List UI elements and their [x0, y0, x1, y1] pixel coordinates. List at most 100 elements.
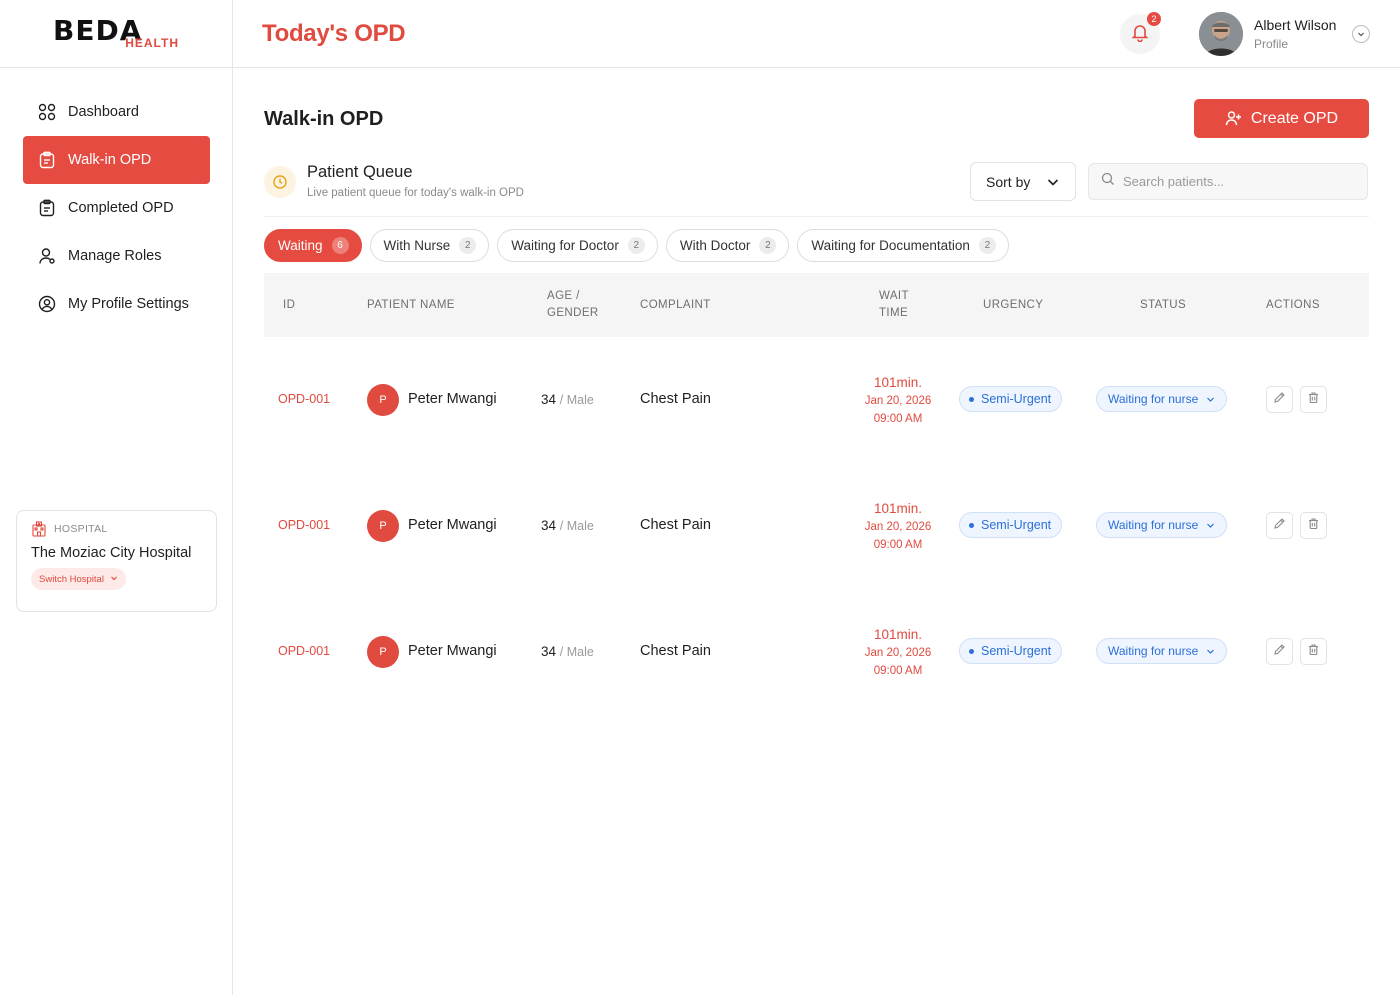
chevron-down-icon	[1206, 647, 1215, 656]
section-title: Walk-in OPD	[264, 108, 384, 130]
sort-by-dropdown[interactable]: Sort by	[970, 162, 1076, 201]
status-label: Waiting for nurse	[1108, 518, 1199, 532]
sidebar-item-completed-opd[interactable]: Completed OPD	[23, 184, 210, 232]
page-title: Today's OPD	[262, 20, 406, 47]
urgency-badge: Semi-Urgent	[959, 638, 1063, 664]
patient-name: Peter Mwangi	[408, 391, 497, 407]
sidebar-item-manage-roles[interactable]: Manage Roles	[23, 232, 210, 280]
col-age-gender-line1: AGE /	[547, 290, 580, 302]
urgency-dot-icon	[969, 648, 974, 654]
col-age-gender-line2: GENDER	[547, 307, 599, 319]
edit-button[interactable]	[1266, 386, 1293, 413]
pencil-icon	[1273, 391, 1286, 409]
tab-waiting-for-documentation[interactable]: Waiting for Documentation 2	[797, 229, 1009, 262]
table-row[interactable]: OPD-001 P Peter Mwangi 34 / Male Chest P…	[264, 463, 1369, 589]
tab-count: 2	[759, 237, 777, 254]
sidebar-nav: Dashboard Walk-in OPD Completed OPD Mana…	[23, 88, 210, 328]
tab-waiting-for-doctor[interactable]: Waiting for Doctor 2	[497, 229, 658, 262]
tab-with-doctor[interactable]: With Doctor 2	[665, 229, 790, 262]
sidebar-item-dashboard[interactable]: Dashboard	[23, 88, 210, 136]
status-tabs: Waiting 6 With Nurse 2 Waiting for Docto…	[264, 229, 1017, 262]
table-header: ID PATIENT NAME AGE / GENDER COMPLAINT W…	[264, 273, 1369, 337]
tab-count: 6	[331, 237, 349, 254]
complaint: Chest Pain	[640, 391, 711, 407]
brand-logo[interactable]: BEDA HEALTH	[53, 16, 179, 51]
tab-label: With Nurse	[383, 238, 451, 253]
chevron-down-icon	[1357, 25, 1365, 43]
patient-name: Peter Mwangi	[408, 517, 497, 533]
age-gender: 34 / Male	[541, 392, 594, 407]
col-age-gender: AGE / GENDER	[547, 288, 599, 322]
tab-waiting[interactable]: Waiting 6	[264, 229, 362, 262]
sidebar-item-label: Completed OPD	[68, 200, 174, 216]
queue-title: Patient Queue	[307, 163, 413, 181]
trash-icon	[1307, 391, 1320, 409]
wait-minutes: 101min.	[873, 375, 923, 390]
sidebar-item-my-profile-settings[interactable]: My Profile Settings	[23, 280, 210, 328]
tab-count: 2	[978, 237, 996, 254]
tab-with-nurse[interactable]: With Nurse 2	[369, 229, 490, 262]
tab-count: 2	[627, 237, 645, 254]
status-dropdown[interactable]: Waiting for nurse	[1096, 386, 1228, 412]
status-dropdown[interactable]: Waiting for nurse	[1096, 512, 1228, 538]
patient-avatar: P	[367, 384, 399, 416]
logo-area: BEDA HEALTH	[0, 0, 232, 68]
opd-id[interactable]: OPD-001	[278, 518, 330, 532]
create-opd-button[interactable]: Create OPD	[1194, 99, 1369, 138]
user-name: Albert Wilson	[1254, 17, 1337, 33]
opd-id[interactable]: OPD-001	[278, 392, 330, 406]
age-gender: 34 / Male	[541, 518, 594, 533]
search-box	[1088, 163, 1368, 200]
urgency-label: Semi-Urgent	[981, 644, 1052, 658]
hospital-heading-label: HOSPITAL	[54, 523, 108, 535]
wait-time-of-day: 09:00 AM	[873, 539, 923, 551]
switch-hospital-button[interactable]: Switch Hospital	[31, 568, 126, 590]
user-menu-toggle[interactable]	[1352, 25, 1370, 43]
hospital-card: HOSPITAL The Moziac City Hospital Switch…	[16, 510, 217, 612]
wait-time-of-day: 09:00 AM	[873, 665, 923, 677]
hospital-building-icon	[31, 521, 47, 537]
delete-button[interactable]	[1300, 386, 1327, 413]
user-circle-icon	[37, 294, 57, 314]
urgency-badge: Semi-Urgent	[959, 386, 1063, 412]
queue-subtitle: Live patient queue for today's walk-in O…	[307, 187, 524, 199]
grid-icon	[37, 102, 57, 122]
chevron-down-icon	[1206, 521, 1215, 530]
age-gender: 34 / Male	[541, 644, 594, 659]
wait-date: Jan 20, 2026	[864, 521, 932, 533]
trash-icon	[1307, 517, 1320, 535]
logo-sub-text: HEALTH	[125, 35, 179, 50]
top-header: Today's OPD 2 Albert Wilson Profile	[233, 0, 1400, 68]
gender: / Male	[559, 645, 594, 659]
user-roles-icon	[37, 246, 57, 266]
wait-time: 101min. Jan 20, 2026 09:00 AM	[853, 625, 943, 680]
edit-button[interactable]	[1266, 512, 1293, 539]
sidebar-item-walk-in-opd[interactable]: Walk-in OPD	[23, 136, 210, 184]
col-status: STATUS	[1140, 299, 1187, 311]
pencil-icon	[1273, 517, 1286, 535]
clipboard-check-icon	[37, 198, 57, 218]
delete-button[interactable]	[1300, 512, 1327, 539]
tab-count: 2	[459, 237, 477, 254]
edit-button[interactable]	[1266, 638, 1293, 665]
sidebar-item-label: Walk-in OPD	[68, 152, 152, 168]
urgency-dot-icon	[969, 522, 974, 528]
tab-label: Waiting	[278, 238, 323, 253]
urgency-badge: Semi-Urgent	[959, 512, 1063, 538]
clipboard-icon	[37, 150, 57, 170]
age: 34	[541, 518, 557, 533]
notifications-button[interactable]: 2	[1120, 12, 1161, 54]
wait-minutes: 101min.	[873, 501, 923, 516]
status-label: Waiting for nurse	[1108, 644, 1199, 658]
hospital-name: The Moziac City Hospital	[31, 545, 192, 561]
search-input[interactable]	[1123, 174, 1353, 189]
table-row[interactable]: OPD-001 P Peter Mwangi 34 / Male Chest P…	[264, 589, 1369, 715]
opd-id[interactable]: OPD-001	[278, 644, 330, 658]
patient-name: Peter Mwangi	[408, 643, 497, 659]
sidebar: BEDA HEALTH Dashboard Walk-in OPD Comple…	[0, 0, 233, 995]
wait-date: Jan 20, 2026	[864, 647, 932, 659]
delete-button[interactable]	[1300, 638, 1327, 665]
avatar[interactable]	[1199, 12, 1243, 56]
table-row[interactable]: OPD-001 P Peter Mwangi 34 / Male Chest P…	[264, 337, 1369, 463]
status-dropdown[interactable]: Waiting for nurse	[1096, 638, 1228, 664]
